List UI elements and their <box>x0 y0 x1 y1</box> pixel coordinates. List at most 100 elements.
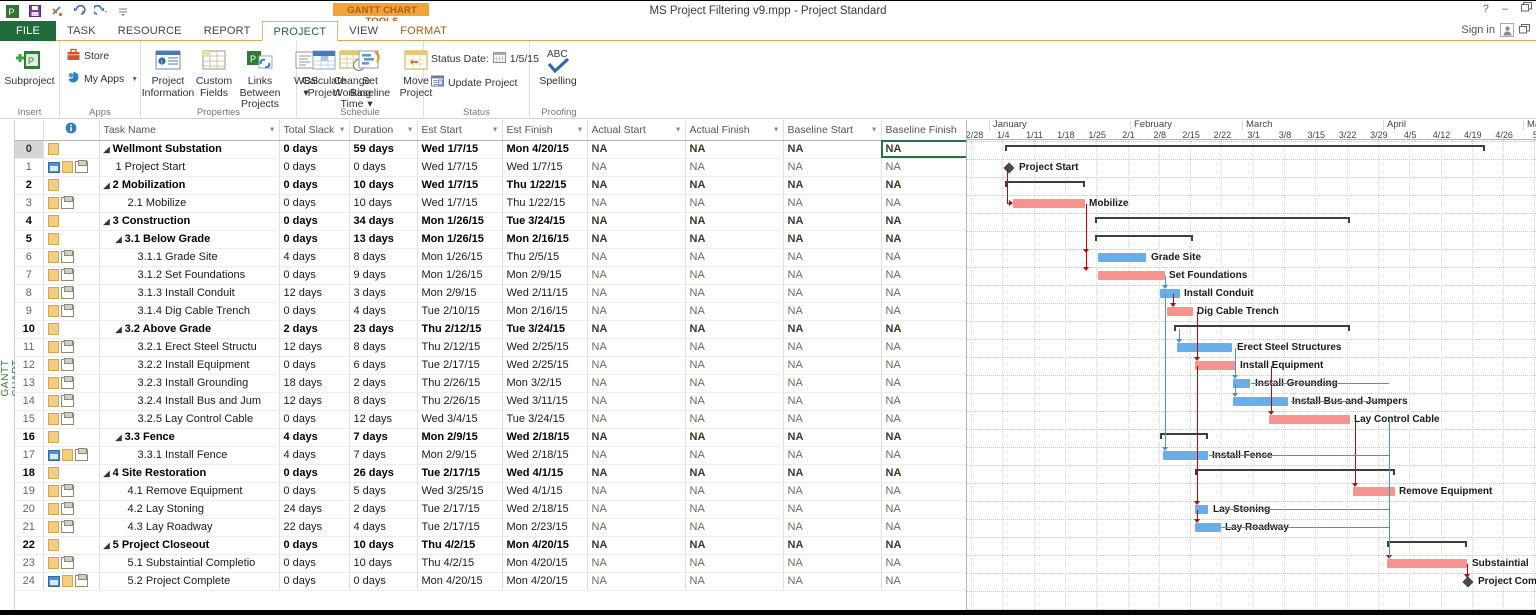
status-date-field[interactable]: Status Date: 1/5/15 <box>428 50 542 67</box>
cell-baseline-finish[interactable]: NA <box>881 428 966 447</box>
task-notes-icon[interactable] <box>60 520 74 533</box>
notes-icon[interactable] <box>47 377 59 389</box>
row-indicators[interactable] <box>43 482 100 501</box>
cell-est-finish[interactable]: Wed 2/18/15 <box>502 446 588 465</box>
cell-total-slack[interactable]: 0 days <box>279 554 350 573</box>
cell-actual-finish[interactable]: NA <box>685 230 784 249</box>
notes-icon[interactable] <box>61 449 73 461</box>
cell-duration[interactable]: 2 days <box>349 500 418 519</box>
row-number[interactable]: 18 <box>15 464 44 483</box>
row-number[interactable]: 24 <box>15 572 44 591</box>
cell-actual-start[interactable]: NA <box>587 482 686 501</box>
cell-baseline-start[interactable]: NA <box>783 302 882 321</box>
gantt-summary-bar[interactable] <box>1387 541 1467 547</box>
row-number[interactable]: 12 <box>15 356 44 375</box>
cell-duration[interactable]: 2 days <box>349 374 418 393</box>
links-between-projects-button[interactable]: P Links Between Projects <box>237 44 283 113</box>
cell-task-name[interactable]: 2.1 Mobilize <box>99 194 280 213</box>
cell-total-slack[interactable]: 0 days <box>279 158 350 177</box>
table-row[interactable]: 2 ◢ 2 Mobilization 0 days 10 days Wed 1/7/15 T… <box>15 176 966 195</box>
table-row[interactable]: 22 ◢ 5 Project Closeout 0 days 10 days Thu 4/… <box>15 536 966 555</box>
cell-est-start[interactable]: Mon 1/26/15 <box>417 266 503 285</box>
view-strip[interactable]: GANTT CHART <box>0 120 22 614</box>
cell-actual-finish[interactable]: NA <box>685 554 784 573</box>
cell-task-name[interactable]: 3.1.2 Set Foundations <box>99 266 280 285</box>
filter-baseline-start-icon[interactable]: ▼ <box>871 126 878 133</box>
task-notes-icon[interactable] <box>60 412 74 425</box>
cell-baseline-finish[interactable]: NA <box>881 536 966 555</box>
cell-total-slack[interactable]: 4 days <box>279 428 350 447</box>
cell-baseline-finish[interactable]: NA <box>881 320 966 339</box>
cell-actual-finish[interactable]: NA <box>685 158 784 177</box>
cell-baseline-start[interactable]: NA <box>783 464 882 483</box>
cell-duration[interactable]: 13 days <box>349 230 418 249</box>
cell-actual-start[interactable]: NA <box>587 356 686 375</box>
cell-est-finish[interactable]: Mon 4/20/15 <box>502 536 588 555</box>
cell-duration[interactable]: 4 days <box>349 302 418 321</box>
project-information-button[interactable]: i Project Information <box>142 44 194 101</box>
notes-icon[interactable] <box>61 575 73 587</box>
header-baseline-finish[interactable]: Baseline Finish ▼ <box>881 120 966 141</box>
row-indicators[interactable] <box>43 302 100 321</box>
header-total-slack[interactable]: Total Slack ▼ <box>279 120 350 141</box>
cell-task-name[interactable]: ◢ Wellmont Substation <box>99 140 280 159</box>
cell-est-start[interactable]: Thu 2/26/15 <box>417 374 503 393</box>
cell-est-start[interactable]: Thu 2/26/15 <box>417 392 503 411</box>
row-number[interactable]: 5 <box>15 230 44 249</box>
filter-task-name-icon[interactable]: ▼ <box>269 126 276 133</box>
cell-baseline-start[interactable]: NA <box>783 356 882 375</box>
expander-icon[interactable]: ◢ <box>116 433 122 442</box>
task-notes-icon[interactable] <box>74 448 88 461</box>
header-baseline-start[interactable]: Baseline Start ▼ <box>783 120 882 141</box>
cell-est-start[interactable]: Wed 3/25/15 <box>417 482 503 501</box>
cell-baseline-start[interactable]: NA <box>783 500 882 519</box>
cell-baseline-start[interactable]: NA <box>783 176 882 195</box>
tab-report[interactable]: REPORT <box>193 21 262 41</box>
table-row[interactable]: 15 3.2.5 Lay Control Cable 0 days 12 days We… <box>15 410 966 429</box>
cell-est-finish[interactable]: Wed 2/18/15 <box>502 428 588 447</box>
cell-baseline-start[interactable]: NA <box>783 392 882 411</box>
table-row[interactable]: 14 3.2.4 Install Bus and Jum 12 days 8 days… <box>15 392 966 411</box>
cell-actual-start[interactable]: NA <box>587 158 686 177</box>
quick-access-toolbar[interactable]: P <box>0 4 130 19</box>
task-notes-icon[interactable] <box>60 250 74 263</box>
cell-est-finish[interactable]: Wed 2/18/15 <box>502 500 588 519</box>
cell-actual-finish[interactable]: NA <box>685 536 784 555</box>
cell-actual-finish[interactable]: NA <box>685 212 784 231</box>
cell-actual-start[interactable]: NA <box>587 572 686 591</box>
cell-total-slack[interactable]: 0 days <box>279 536 350 555</box>
table-row[interactable]: 23 5.1 Substaintial Completio 0 days 10 day… <box>15 554 966 573</box>
cell-actual-start[interactable]: NA <box>587 302 686 321</box>
row-number[interactable]: 13 <box>15 374 44 393</box>
cell-baseline-finish[interactable]: NA <box>881 482 966 501</box>
row-indicators[interactable] <box>43 158 100 177</box>
cell-baseline-finish[interactable]: NA <box>881 554 966 573</box>
notes-icon[interactable] <box>47 557 59 569</box>
notes-icon[interactable] <box>47 287 59 299</box>
cell-actual-start[interactable]: NA <box>587 536 686 555</box>
cell-baseline-finish[interactable]: NA <box>881 410 966 429</box>
cell-actual-finish[interactable]: NA <box>685 428 784 447</box>
cell-total-slack[interactable]: 0 days <box>279 410 350 429</box>
cell-est-finish[interactable]: Wed 4/1/15 <box>502 464 588 483</box>
cell-duration[interactable]: 6 days <box>349 356 418 375</box>
gantt-summary-bar[interactable] <box>1005 145 1485 151</box>
cell-baseline-finish[interactable]: NA▼ <box>881 140 966 159</box>
tab-format[interactable]: FORMAT <box>389 21 458 41</box>
cell-est-start[interactable]: Tue 2/10/15 <box>417 302 503 321</box>
cell-baseline-start[interactable]: NA <box>783 320 882 339</box>
gantt-summary-bar[interactable] <box>1195 469 1395 475</box>
cell-baseline-start[interactable]: NA <box>783 374 882 393</box>
cell-task-name[interactable]: 3.2.5 Lay Control Cable <box>99 410 280 429</box>
cell-duration[interactable]: 0 days <box>349 572 418 591</box>
cell-baseline-finish[interactable]: NA <box>881 392 966 411</box>
cell-duration[interactable]: 3 days <box>349 284 418 303</box>
notes-icon[interactable] <box>47 305 59 317</box>
cell-baseline-start[interactable]: NA <box>783 410 882 429</box>
cell-total-slack[interactable]: 0 days <box>279 230 350 249</box>
gantt-bar-normal[interactable] <box>1233 397 1288 406</box>
cell-baseline-finish[interactable]: NA <box>881 194 966 213</box>
help-button[interactable]: ? <box>1483 3 1489 15</box>
row-indicators[interactable] <box>43 284 100 303</box>
cell-actual-finish[interactable]: NA <box>685 194 784 213</box>
